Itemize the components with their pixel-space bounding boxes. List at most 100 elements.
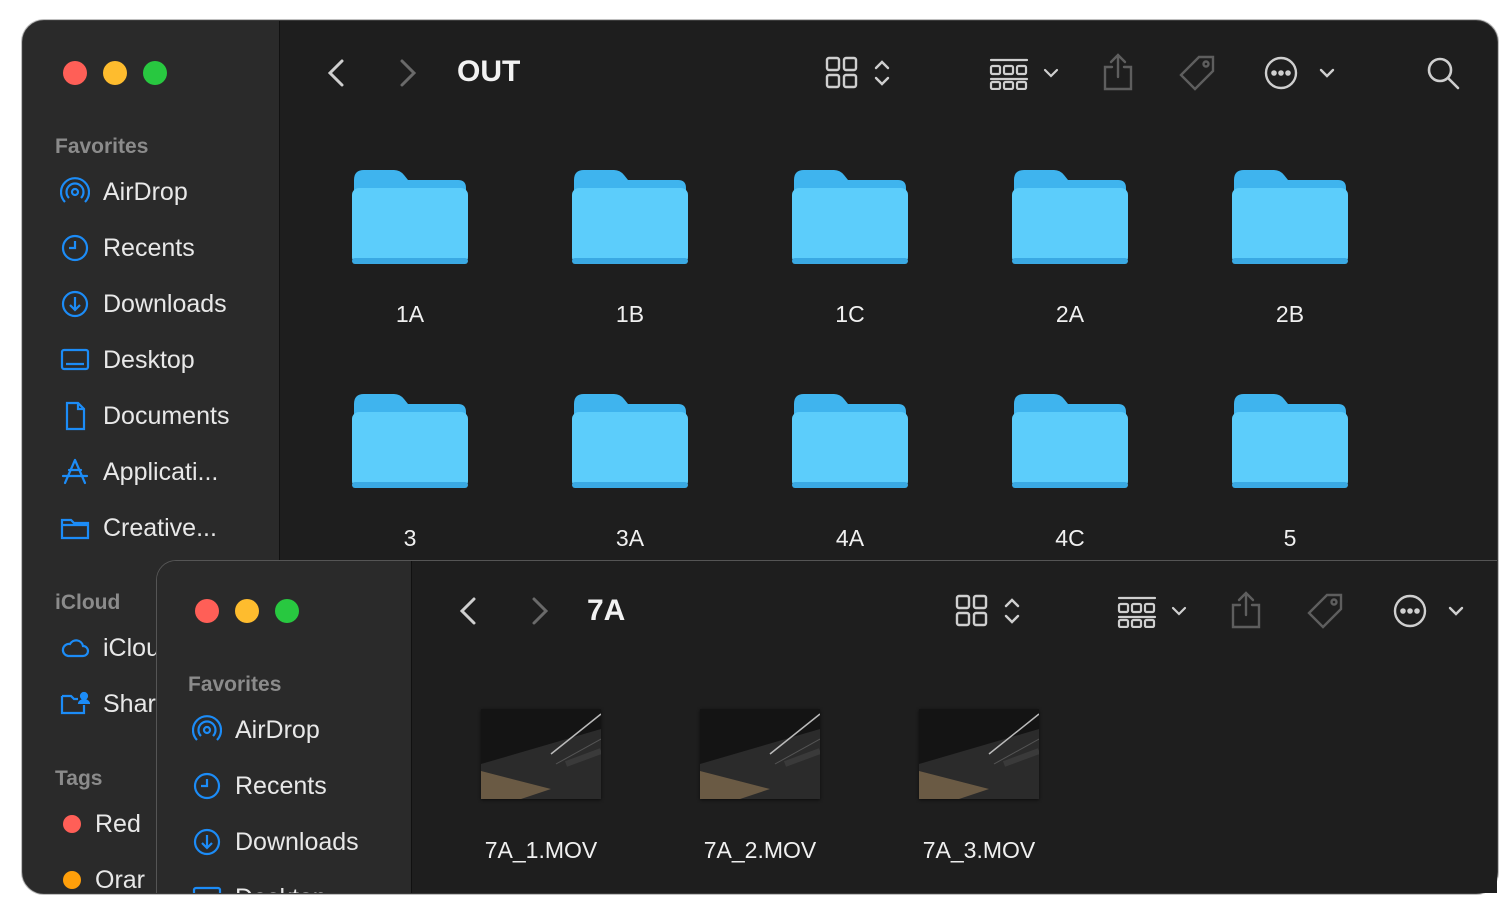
sidebar-item-downloads[interactable]: Downloads <box>59 284 227 324</box>
shared-folder-icon <box>59 688 91 720</box>
folder-item[interactable]: 3 <box>325 390 495 552</box>
favorites-label: Favorites <box>188 673 282 696</box>
desktop-icon <box>191 882 223 893</box>
more-actions-button[interactable] <box>1392 591 1474 631</box>
sidebar-item-creative[interactable]: Creative... <box>59 508 217 548</box>
more-actions-button[interactable] <box>1263 53 1345 93</box>
group-view-icon <box>1117 596 1187 628</box>
folder-icon <box>1205 390 1375 497</box>
sidebar-item-desktop[interactable]: Desktop <box>191 878 327 893</box>
download-icon <box>191 826 223 858</box>
folder-icon <box>1205 166 1375 273</box>
minimize-button[interactable] <box>235 599 259 623</box>
tag-button[interactable] <box>1305 591 1345 631</box>
favorites-label: Favorites <box>55 135 149 158</box>
zoom-button[interactable] <box>143 61 167 85</box>
applications-icon <box>59 456 91 488</box>
forward-chevron-icon <box>400 59 417 87</box>
back-chevron-icon <box>459 597 476 625</box>
back-button[interactable] <box>452 591 484 631</box>
download-icon <box>59 288 91 320</box>
sidebar-item-airdrop[interactable]: AirDrop <box>59 172 188 212</box>
window-title: OUT <box>457 55 521 88</box>
minimize-button[interactable] <box>103 61 127 85</box>
search-icon <box>1427 57 1460 90</box>
folder-icon <box>765 166 935 273</box>
folder-name: 3 <box>403 525 417 551</box>
view-mode-button[interactable] <box>825 55 895 91</box>
tag-icon <box>1307 593 1343 629</box>
folder-item[interactable]: 4C <box>985 390 1155 552</box>
share-button[interactable] <box>1101 51 1135 93</box>
sidebar-tag-red[interactable]: Red <box>57 804 141 844</box>
sidebar-item-label: iClou <box>103 633 160 662</box>
file-item[interactable]: 7A_1.MOV <box>456 709 626 864</box>
document-icon <box>59 400 91 432</box>
file-item[interactable]: 7A_2.MOV <box>675 709 845 864</box>
more-icon <box>1264 56 1335 90</box>
folder-icon <box>59 512 91 544</box>
close-button[interactable] <box>63 61 87 85</box>
sidebar-item-applications[interactable]: Applicati... <box>59 452 218 492</box>
folder-icon <box>985 166 1155 273</box>
folder-name: 1B <box>615 301 645 327</box>
folder-name: 1A <box>395 301 425 327</box>
folder-item[interactable]: 2B <box>1205 166 1375 328</box>
file-name: 7A_3.MOV <box>922 837 1036 863</box>
folder-name: 4C <box>1055 525 1085 551</box>
video-thumbnail <box>700 709 820 799</box>
folder-item[interactable]: 5 <box>1205 390 1375 552</box>
folder-item[interactable]: 1B <box>545 166 715 328</box>
sidebar-item-label: Recents <box>235 771 327 800</box>
share-button[interactable] <box>1229 589 1263 631</box>
folder-icon <box>325 166 495 273</box>
video-thumbnail <box>919 709 1039 799</box>
sidebar-item-airdrop[interactable]: AirDrop <box>191 710 320 750</box>
sidebar-item-desktop[interactable]: Desktop <box>59 340 195 380</box>
desktop-icon <box>59 344 91 376</box>
window-controls <box>195 599 299 623</box>
sidebar-item-recents[interactable]: Recents <box>191 766 327 806</box>
folder-name: 1C <box>835 301 865 327</box>
close-button[interactable] <box>195 599 219 623</box>
search-button[interactable] <box>1423 53 1463 93</box>
group-button[interactable] <box>989 55 1061 91</box>
sidebar-item-documents[interactable]: Documents <box>59 396 229 436</box>
file-item[interactable]: 7A_3.MOV <box>894 709 1064 864</box>
sidebar-item-shared[interactable]: Shar <box>59 684 156 724</box>
icon-view-icon <box>955 594 1020 627</box>
sidebar-item-label: Desktop <box>235 884 327 894</box>
zoom-button[interactable] <box>275 599 299 623</box>
sidebar-item-label: Desktop <box>103 345 195 374</box>
forward-button[interactable] <box>524 591 556 631</box>
back-chevron-icon <box>327 59 344 87</box>
sidebar-item-label: AirDrop <box>235 715 320 744</box>
share-icon <box>1231 591 1261 629</box>
back-button[interactable] <box>320 53 352 93</box>
icloud-label: iCloud <box>55 591 121 614</box>
group-button[interactable] <box>1117 593 1189 629</box>
view-mode-button[interactable] <box>955 593 1025 629</box>
sidebar-item-icloud-drive[interactable]: iClou <box>59 628 160 668</box>
tag-color-dot <box>63 815 81 833</box>
sidebar-item-label: Applicati... <box>103 457 219 486</box>
tag-button[interactable] <box>1177 53 1217 93</box>
sidebar-item-recents[interactable]: Recents <box>59 228 195 268</box>
folder-item[interactable]: 1A <box>325 166 495 328</box>
tag-icon <box>1179 55 1215 91</box>
file-name: 7A_2.MOV <box>703 837 817 863</box>
folder-item[interactable]: 4A <box>765 390 935 552</box>
folder-item[interactable]: 1C <box>765 166 935 328</box>
file-name: 7A_1.MOV <box>484 837 598 863</box>
folder-item[interactable]: 2A <box>985 166 1155 328</box>
folder-item[interactable]: 3A <box>545 390 715 552</box>
sidebar-tag-orange[interactable]: Orar <box>57 860 145 893</box>
sidebar-item-label: Downloads <box>103 289 227 318</box>
sidebar-item-downloads[interactable]: Downloads <box>191 822 359 862</box>
folder-icon <box>985 390 1155 497</box>
toolbar: 7A <box>412 561 1497 661</box>
clock-icon <box>59 232 91 264</box>
video-thumbnail <box>481 709 601 799</box>
folder-icon <box>545 166 715 273</box>
forward-button[interactable] <box>392 53 424 93</box>
